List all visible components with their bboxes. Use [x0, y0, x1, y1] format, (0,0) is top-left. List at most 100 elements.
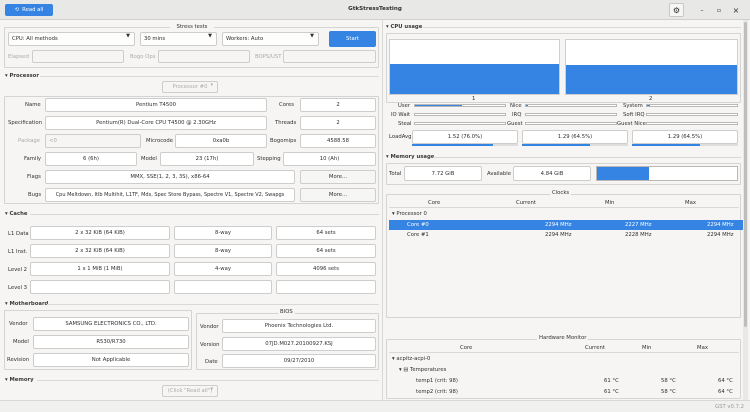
bar-fill	[412, 144, 493, 146]
column-header[interactable]: Current	[516, 200, 536, 206]
steal-bar	[414, 122, 506, 125]
duration-dropdown[interactable]: 30 mins ▼	[140, 32, 217, 46]
sensor-name[interactable]: temp1 (crit: 98)	[416, 378, 458, 384]
specification-field: Pentium(R) Dual-Core CPU T4500 @ 2.30GHz	[45, 116, 267, 130]
clock-max: 2294 MHz	[707, 222, 734, 228]
clocks-title: Clocks	[550, 190, 572, 196]
clock-core[interactable]: Core #1	[407, 232, 429, 238]
name-label: Name	[25, 102, 41, 108]
clock-group-row[interactable]: ▾ Processor 0	[392, 211, 427, 217]
threads-field: 2	[300, 116, 376, 130]
settings-button[interactable]: ⚙	[669, 3, 684, 17]
divider	[423, 27, 741, 28]
close-button[interactable]: ×	[730, 4, 742, 16]
column-header[interactable]: Max	[697, 345, 708, 351]
method-dropdown[interactable]: CPU: All methods ▼	[8, 32, 135, 46]
sensor-min: 58 °C	[661, 378, 676, 384]
memory-section-header[interactable]: ▾ Memory	[5, 377, 34, 383]
memory-selector[interactable]: (Click "Read all") ▾	[162, 385, 218, 397]
package-field: <0	[45, 134, 141, 148]
flags-field: MMX, SSE(1, 2, 3, 3S), x86-64	[45, 170, 295, 184]
bogo-ops-field	[158, 50, 250, 63]
hwmon-group-row[interactable]: ▾ ▤ Temperatures	[399, 367, 446, 373]
right-scrollbar[interactable]	[743, 20, 748, 400]
cache-sets-field: 64 sets	[276, 226, 376, 240]
workers-dropdown[interactable]: Workers: Auto ▼	[222, 32, 319, 46]
motherboard-section-header[interactable]: ▾ Motherboard	[5, 301, 48, 307]
sensor-max: 64 °C	[718, 389, 733, 395]
column-header[interactable]: Min	[642, 345, 651, 351]
column-header[interactable]: Current	[585, 345, 605, 351]
nice-bar	[525, 104, 617, 107]
scrollbar-thumb[interactable]	[744, 22, 747, 327]
memory-usage-section-header[interactable]: ▾ Memory usage	[386, 154, 434, 160]
cache-ways-field: 4-way	[174, 262, 272, 276]
divider	[433, 157, 741, 158]
minimize-button[interactable]: –	[696, 4, 708, 16]
system-label: System	[623, 103, 643, 109]
cpu-graph-core-2	[565, 39, 738, 95]
title-bar: ⟲ Read all GtkStressTesting ⚙ – ▫ ×	[0, 0, 750, 20]
bar-fill	[526, 105, 528, 106]
column-header[interactable]: Core	[428, 200, 440, 206]
clock-current: 2294 MHz	[545, 222, 572, 228]
cache-sets-field	[276, 280, 376, 294]
softirq-label: Soft IRQ	[623, 112, 645, 118]
start-button[interactable]: Start	[329, 31, 376, 47]
cache-row-label: L1 Data	[8, 231, 29, 237]
irq-bar	[525, 113, 617, 116]
user-label: User	[398, 103, 411, 109]
clock-current: 2294 MHz	[545, 232, 572, 238]
microcode-field: 0xa0b	[175, 134, 267, 148]
mb-vendor-field: SAMSUNG ELECTRONICS CO., LTD.	[33, 317, 189, 331]
processor-section-header[interactable]: ▾ Processor	[5, 73, 39, 79]
mb-model-label: Model	[13, 339, 29, 345]
chevron-down-icon: ▼	[208, 33, 212, 39]
maximize-button[interactable]: ▫	[713, 4, 725, 16]
gear-icon: ⚙	[672, 5, 681, 15]
bios-vendor-label: Vendor	[200, 324, 219, 330]
column-header[interactable]: Core	[460, 345, 472, 351]
nice-label: Nice	[510, 103, 522, 109]
elapsed-field	[32, 50, 124, 63]
sensor-max: 64 °C	[718, 378, 733, 384]
bugs-label: Bugs	[28, 192, 42, 198]
cache-sets-field: 4096 sets	[276, 262, 376, 276]
cpu-usage-section-header[interactable]: ▾ CPU usage	[386, 24, 422, 30]
clock-min: 2227 MHz	[625, 222, 652, 228]
loadavg-1-bar	[412, 144, 518, 146]
irq-label: IRQ	[512, 112, 522, 118]
cache-size-field: 2 x 32 KiB (64 KiB)	[30, 244, 170, 258]
stress-tests-title: Stress tests	[170, 24, 214, 30]
bar-fill	[415, 105, 462, 106]
processor-selector[interactable]: Processor #0 ▾	[162, 81, 218, 93]
loadavg-1-field: 1.52 (76.0%)	[412, 130, 518, 144]
cache-sets-field: 64 sets	[276, 244, 376, 258]
softirq-bar	[646, 113, 738, 116]
bar-fill	[647, 105, 650, 106]
cache-section-header[interactable]: ▾ Cache	[5, 211, 27, 217]
mb-revision-label: Revision	[7, 357, 30, 363]
cache-ways-field	[174, 280, 272, 294]
pane-separator[interactable]	[382, 20, 383, 400]
column-header[interactable]: Min	[605, 200, 614, 206]
sensor-name[interactable]: temp2 (crit: 98)	[416, 389, 458, 395]
hwmon-chip-row[interactable]: ▾ acpitz-acpi-0	[392, 356, 430, 362]
flags-more-button[interactable]: More...	[300, 170, 376, 184]
guest-label: Guest	[507, 121, 523, 127]
family-field: 6 (6h)	[45, 152, 137, 166]
cache-row-label: Level 2	[8, 267, 28, 273]
version-label: GST v0.7.2	[715, 404, 744, 410]
divider	[30, 214, 379, 215]
elapsed-label: Elapsed	[8, 54, 29, 60]
chevron-down-icon: ▼	[126, 33, 130, 39]
cache-size-field: 1 x 1 MiB (1 MiB)	[30, 262, 170, 276]
mb-model-field: R530/R730	[33, 335, 189, 349]
bar-fill	[632, 144, 701, 146]
cache-ways-field: 8-way	[174, 244, 272, 258]
total-label: Total	[389, 171, 402, 177]
bugs-more-button[interactable]: More...	[300, 188, 376, 202]
column-header[interactable]: Max	[685, 200, 696, 206]
bios-version-field: 07JD.M027.20100927.KSJ	[222, 337, 376, 351]
chevron-down-icon: ▾	[210, 82, 213, 88]
